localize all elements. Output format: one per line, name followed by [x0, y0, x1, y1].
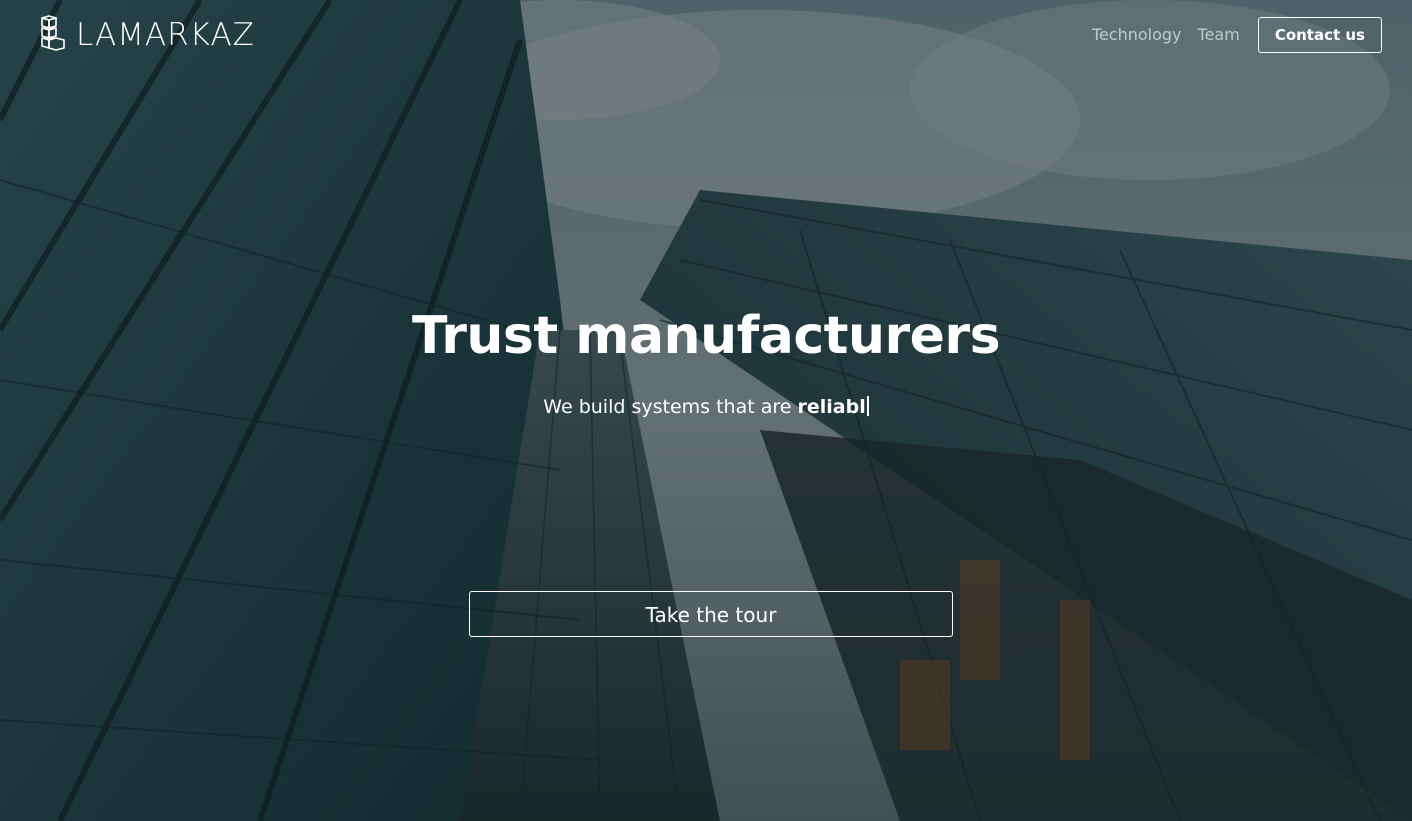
top-navigation: LAMARKAZ Technology Team Contact us	[0, 0, 1412, 70]
tagline-typed-word: reliabl	[797, 396, 866, 418]
nav-links: Technology Team Contact us	[1092, 17, 1382, 53]
hero-headline: Trust manufacturers	[411, 306, 1001, 366]
contact-us-button[interactable]: Contact us	[1257, 17, 1382, 53]
typing-caret	[866, 396, 869, 416]
building-blocks-icon	[41, 15, 65, 51]
hero-tagline: We build systems that are reliabl	[0, 396, 1412, 418]
brand-name: LAMARKAZ	[76, 16, 255, 53]
nav-link-technology[interactable]: Technology	[1092, 17, 1182, 53]
hero-section: LAMARKAZ Technology Team Contact us Trus…	[0, 0, 1412, 821]
tagline-prefix: We build systems that are	[543, 396, 798, 418]
brand-logo[interactable]: LAMARKAZ	[40, 14, 255, 56]
take-the-tour-button[interactable]: Take the tour	[469, 591, 953, 637]
nav-link-team[interactable]: Team	[1198, 17, 1240, 53]
